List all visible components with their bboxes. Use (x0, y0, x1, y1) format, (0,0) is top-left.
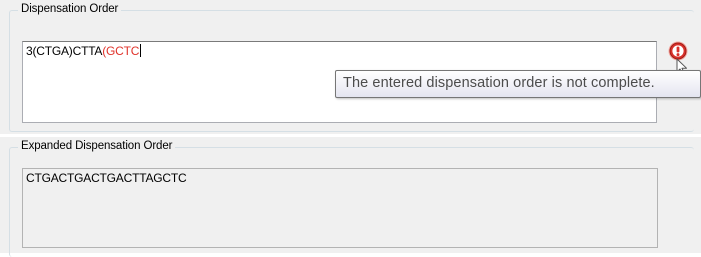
dispensation-order-error-text: (GCTC (102, 44, 140, 58)
error-tooltip: The entered dispensation order is not co… (335, 70, 701, 98)
expanded-dispensation-order-value: CTGACTGACTGACTTAGCTC (26, 171, 187, 185)
expanded-dispensation-order-textbox: CTGACTGACTGACTTAGCTC (22, 168, 658, 248)
dispensation-order-valid-text: 3(CTGA)CTTA (26, 44, 103, 58)
text-caret (140, 44, 142, 57)
error-tooltip-text: The entered dispensation order is not co… (343, 75, 655, 91)
expanded-dispensation-order-legend: Expanded Dispensation Order (18, 140, 176, 152)
dispensation-order-legend: Dispensation Order (18, 3, 122, 15)
